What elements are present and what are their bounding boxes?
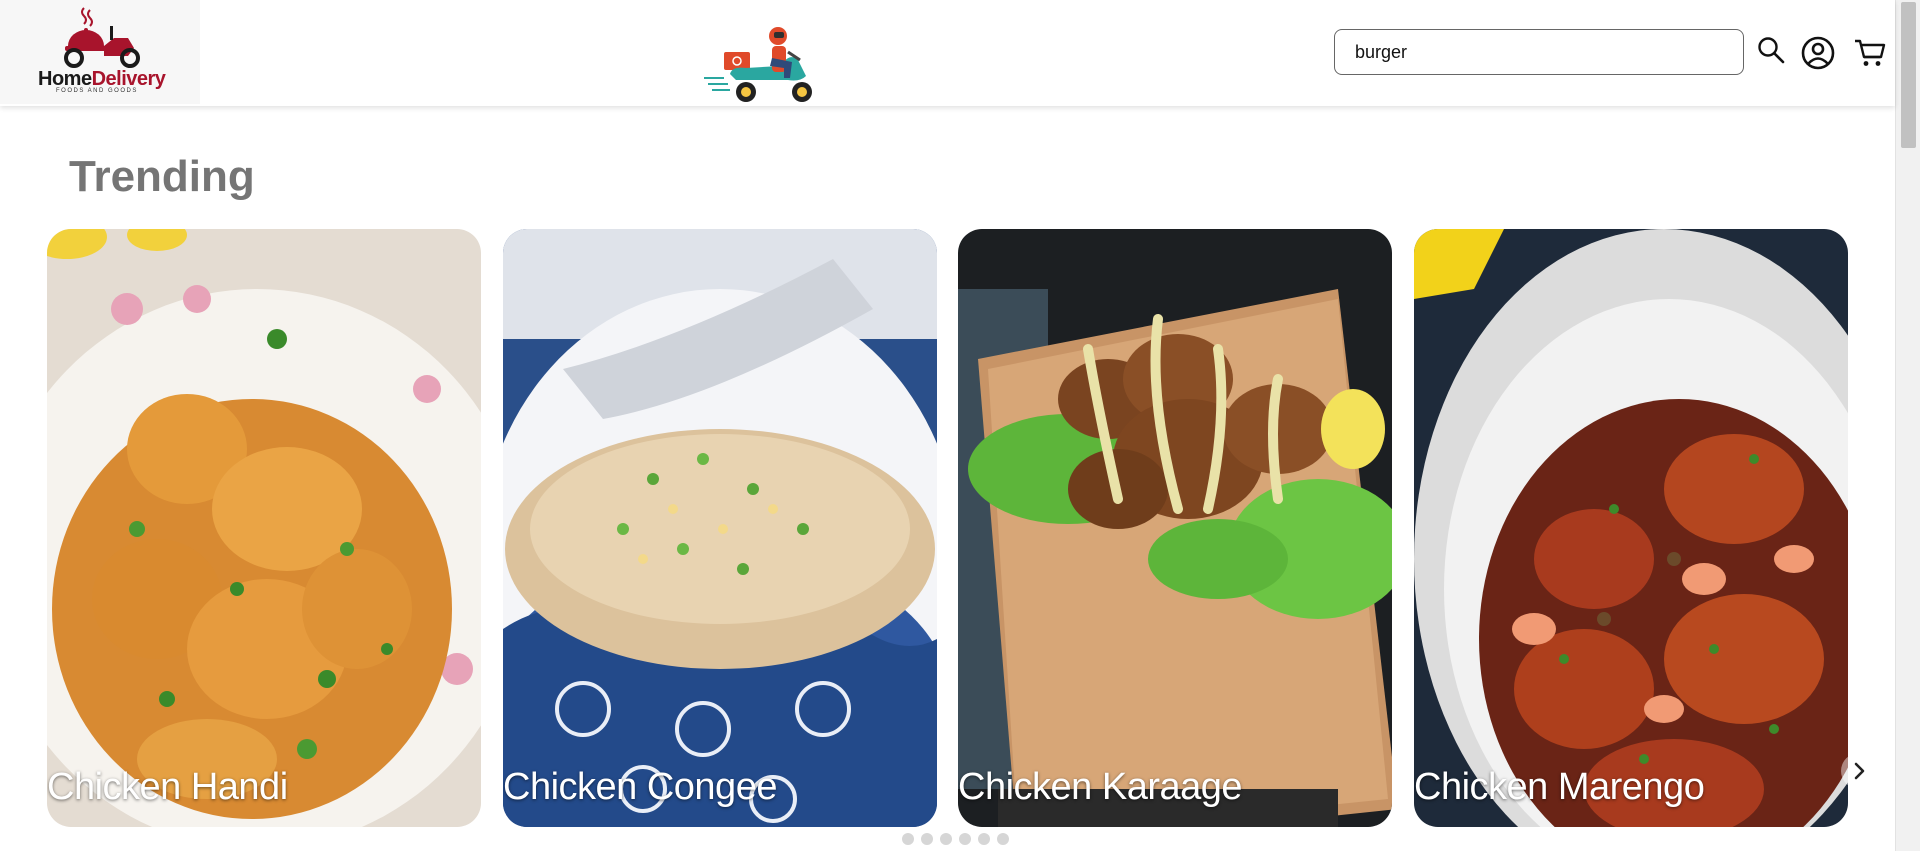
card-title: Chicken Marengo bbox=[1414, 766, 1705, 808]
carousel-next-button[interactable] bbox=[1841, 753, 1877, 789]
scrollbar-thumb[interactable] bbox=[1901, 2, 1916, 148]
account-icon bbox=[1801, 36, 1835, 70]
trending-card[interactable]: Chicken Congee bbox=[503, 229, 937, 827]
chevron-right-icon bbox=[1854, 762, 1865, 780]
chicken-marengo-image bbox=[1414, 229, 1848, 827]
carousel-dot[interactable] bbox=[940, 833, 952, 845]
search-icon bbox=[1758, 37, 1785, 64]
logo-scooter-icon bbox=[64, 7, 140, 68]
cart-icon bbox=[1855, 39, 1886, 66]
chicken-karaage-image bbox=[958, 229, 1392, 827]
carousel-dot[interactable] bbox=[902, 833, 914, 845]
search-input[interactable] bbox=[1334, 29, 1744, 75]
trending-card[interactable]: Chicken Karaage bbox=[958, 229, 1392, 827]
card-title: Chicken Handi bbox=[47, 766, 288, 808]
chicken-handi-image bbox=[47, 229, 481, 827]
trending-carousel: Chicken Handi Chicken Congee Chicken Kar… bbox=[47, 229, 1877, 827]
carousel-pagination bbox=[902, 833, 1009, 845]
card-title: Chicken Congee bbox=[503, 766, 777, 808]
search-button[interactable] bbox=[1753, 32, 1789, 68]
page-scrollbar[interactable] bbox=[1895, 0, 1920, 851]
header: HomeDelivery FOODS AND GOODS bbox=[0, 0, 1895, 106]
carousel-dot[interactable] bbox=[997, 833, 1009, 845]
cart-button[interactable] bbox=[1850, 34, 1890, 72]
account-button[interactable] bbox=[1798, 33, 1838, 73]
chicken-congee-image bbox=[503, 229, 937, 827]
home-delivery-logo[interactable]: HomeDelivery FOODS AND GOODS bbox=[0, 0, 200, 104]
page: HomeDelivery FOODS AND GOODS burger Tren… bbox=[0, 0, 1920, 851]
logo-tagline: FOODS AND GOODS bbox=[56, 88, 138, 94]
carousel-dot[interactable] bbox=[978, 833, 990, 845]
card-title: Chicken Karaage bbox=[958, 766, 1243, 808]
trending-card[interactable]: Chicken Marengo bbox=[1414, 229, 1848, 827]
carousel-dot[interactable] bbox=[959, 833, 971, 845]
trending-card[interactable]: Chicken Handi bbox=[47, 229, 481, 827]
carousel-dot[interactable] bbox=[921, 833, 933, 845]
trending-heading: Trending bbox=[69, 152, 255, 201]
delivery-rider-illustration bbox=[704, 27, 812, 102]
